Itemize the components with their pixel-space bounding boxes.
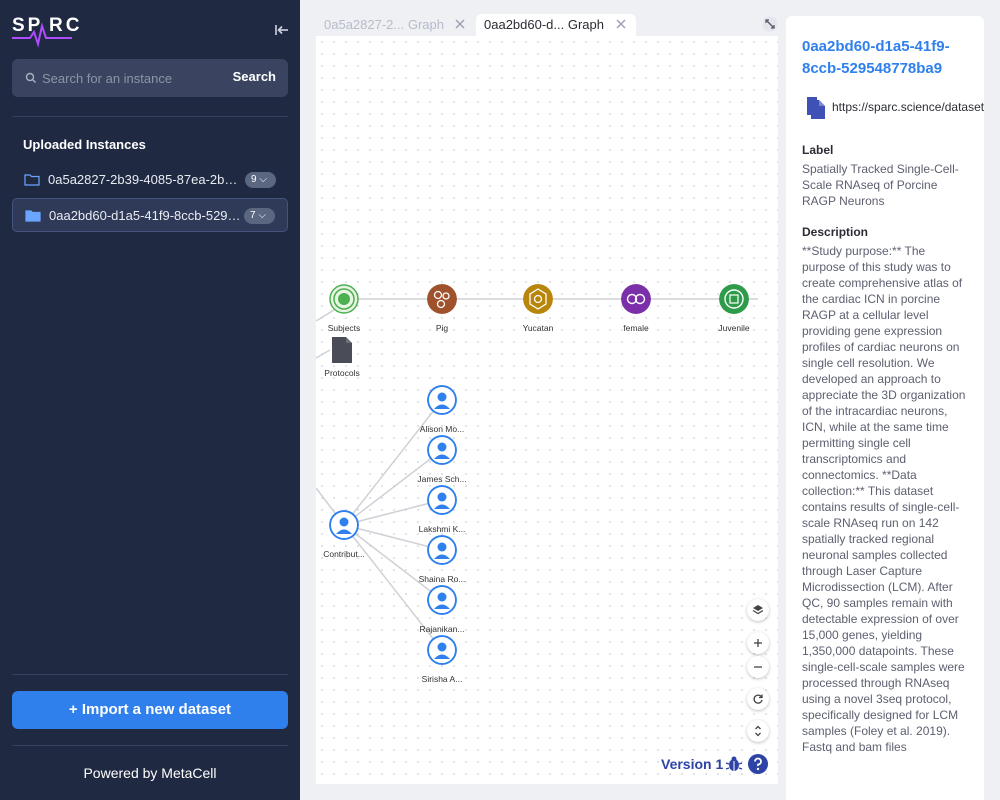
help-icon[interactable] xyxy=(748,754,768,774)
node-contributor[interactable]: James Sch... xyxy=(412,435,472,484)
label-value: Spatially Tracked Single-Cell-Scale RNAs… xyxy=(802,162,959,208)
collapse-sidebar-icon[interactable] xyxy=(274,22,290,38)
divider xyxy=(12,116,288,117)
svg-text:SP: SP xyxy=(12,15,43,36)
age-icon xyxy=(719,284,749,314)
zoom-in-button[interactable] xyxy=(747,632,769,654)
node-yucatan[interactable]: Yucatan xyxy=(508,284,568,333)
instance-name: 0aa2bd60-d1a5-41f9-8ccb-529… xyxy=(49,208,241,223)
search-icon xyxy=(25,72,36,83)
node-label: Shaina Ro... xyxy=(418,574,466,584)
refresh-icon xyxy=(753,694,763,704)
label-heading: Label xyxy=(802,143,834,157)
dataset-url[interactable]: https://sparc.science/datasets xyxy=(832,100,984,114)
description-value: **Study purpose:** The purpose of this s… xyxy=(802,244,966,754)
instance-count-badge[interactable]: 7 ⌵ xyxy=(244,208,275,224)
graph-canvas[interactable]: Subjects Pig Yucatan female Juvenile Pro… xyxy=(316,36,778,784)
node-contributors[interactable]: Contribut... xyxy=(316,510,374,559)
node-label: Lakshmi K... xyxy=(418,524,466,534)
document-icon xyxy=(332,337,352,363)
node-contributor[interactable]: Alison Mo... xyxy=(412,385,472,434)
sidebar: SP RC Search Uploaded Instances 0a5a2827… xyxy=(0,0,300,800)
copy-icon[interactable] xyxy=(806,96,826,120)
uploaded-instances-heading: Uploaded Instances xyxy=(23,137,146,152)
instance-item[interactable]: 0a5a2827-2b39-4085-87ea-2b… 9 ⌵ xyxy=(12,163,288,197)
node-label: Alison Mo... xyxy=(419,424,465,434)
subjects-icon xyxy=(329,284,359,314)
node-label: James Sch... xyxy=(417,474,467,484)
strain-icon xyxy=(523,284,553,314)
fit-view-button[interactable] xyxy=(747,720,769,742)
node-label: Contribut... xyxy=(323,549,365,559)
expand-icon[interactable] xyxy=(762,16,778,32)
node-label: Rajanikan... xyxy=(419,624,465,634)
graph-edges xyxy=(316,298,758,651)
details-panel: 0aa2bd60-d1a5-41f9-8ccb-529548778ba9 htt… xyxy=(786,16,984,800)
node-label: Protocols xyxy=(324,368,360,378)
divider xyxy=(12,674,288,675)
minus-icon xyxy=(754,666,762,668)
node-protocols[interactable]: Protocols xyxy=(316,336,372,378)
layers-button[interactable] xyxy=(747,599,769,621)
instance-item-active[interactable]: 0aa2bd60-d1a5-41f9-8ccb-529… 7 ⌵ xyxy=(12,198,288,232)
person-icon xyxy=(427,635,457,665)
node-contributor[interactable]: Shaina Ro... xyxy=(412,535,472,584)
tab-label: 0aa2bd60-d... Graph xyxy=(484,17,604,32)
search-button[interactable]: Search xyxy=(233,69,276,84)
close-icon[interactable] xyxy=(454,18,466,30)
tab-graph-2[interactable]: 0aa2bd60-d... Graph xyxy=(476,14,636,36)
node-label: Sirisha A... xyxy=(421,674,463,684)
node-juvenile[interactable]: Juvenile xyxy=(704,284,764,333)
instance-name: 0a5a2827-2b39-4085-87ea-2b… xyxy=(48,172,238,187)
node-label: Pig xyxy=(435,323,449,333)
search-input[interactable] xyxy=(42,67,227,89)
powered-by-text: Powered by MetaCell xyxy=(83,765,217,781)
person-icon xyxy=(427,385,457,415)
person-icon xyxy=(427,485,457,515)
node-label: Juvenile xyxy=(718,323,750,333)
tab-label: 0a5a2827-2... Graph xyxy=(324,17,444,32)
divider xyxy=(12,745,288,746)
bug-icon[interactable] xyxy=(725,755,743,773)
person-icon xyxy=(427,535,457,565)
plus-icon xyxy=(754,639,762,647)
node-contributor[interactable]: Rajanikan... xyxy=(412,585,472,634)
version-label: Version 1 xyxy=(661,756,724,772)
node-label: female xyxy=(623,323,649,333)
zoom-out-button[interactable] xyxy=(747,656,769,678)
folder-open-icon xyxy=(25,210,41,222)
node-contributor[interactable]: Sirisha A... xyxy=(412,635,472,684)
dataset-link-row[interactable]: https://sparc.science/datasets xyxy=(806,96,984,120)
node-label: Subjects xyxy=(327,323,361,333)
sex-icon xyxy=(621,284,651,314)
species-icon xyxy=(427,284,457,314)
instance-count-badge[interactable]: 9 ⌵ xyxy=(245,172,276,188)
person-icon xyxy=(329,510,359,540)
dataset-title: 0aa2bd60-d1a5-41f9-8ccb-529548778ba9 xyxy=(802,38,950,77)
person-icon xyxy=(427,585,457,615)
reset-view-button[interactable] xyxy=(747,688,769,710)
node-female[interactable]: female xyxy=(606,284,666,333)
search-box: Search xyxy=(12,59,288,97)
sparc-logo: SP RC xyxy=(12,15,82,48)
expand-vertical-icon xyxy=(755,725,761,737)
node-subjects[interactable]: Subjects xyxy=(316,284,374,333)
tab-graph-1[interactable]: 0a5a2827-2... Graph xyxy=(316,14,476,36)
layers-icon xyxy=(752,605,764,615)
node-pig[interactable]: Pig xyxy=(412,284,472,333)
import-dataset-button[interactable]: + Import a new dataset xyxy=(12,691,288,729)
node-contributor[interactable]: Lakshmi K... xyxy=(412,485,472,534)
close-icon[interactable] xyxy=(615,18,627,30)
svg-text:RC: RC xyxy=(49,15,82,36)
node-label: Yucatan xyxy=(522,323,554,333)
person-icon xyxy=(427,435,457,465)
description-heading: Description xyxy=(802,225,869,239)
folder-icon xyxy=(24,174,40,186)
